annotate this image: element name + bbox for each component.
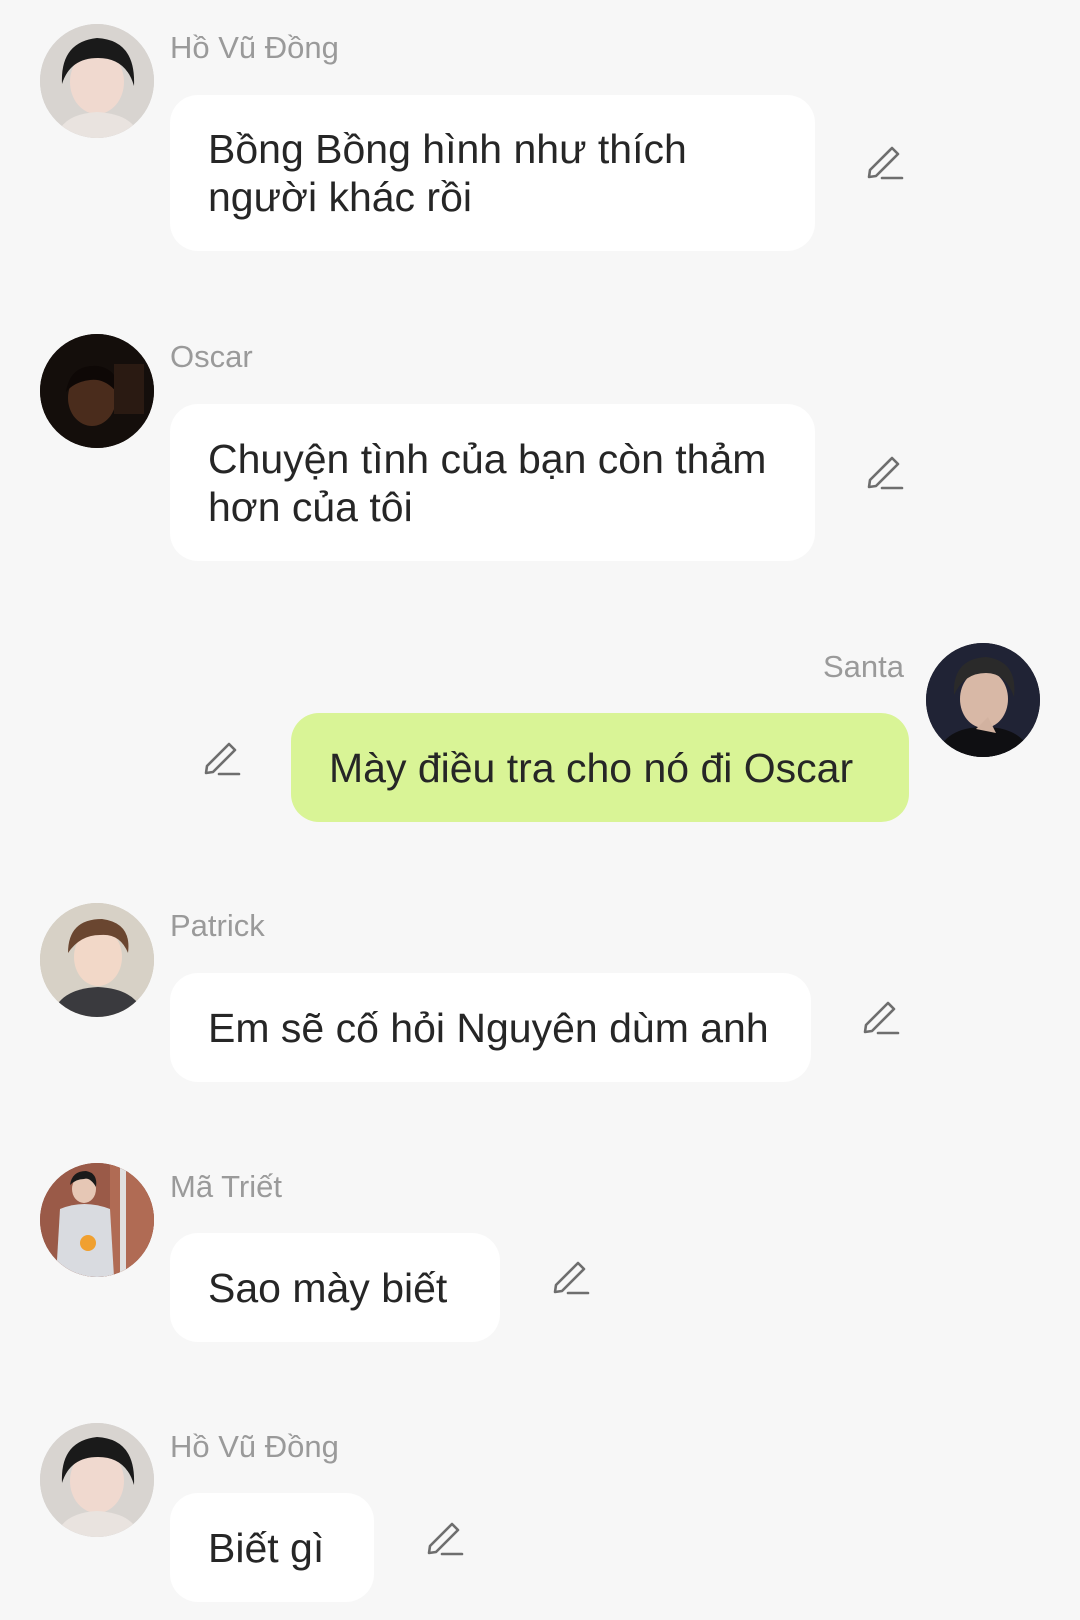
edit-button[interactable] [199, 734, 243, 778]
avatar[interactable] [40, 1163, 154, 1277]
avatar[interactable] [40, 24, 154, 138]
sender-name: Hồ Vũ Đồng [170, 30, 339, 65]
sender-name: Hồ Vũ Đồng [170, 1429, 339, 1464]
avatar[interactable] [40, 334, 154, 448]
user-avatar-icon [40, 1163, 154, 1277]
message-text: Sao mày biết [208, 1264, 448, 1311]
message-bubble[interactable]: Mày điều tra cho nó đi Oscar [291, 713, 909, 822]
pencil-icon [867, 146, 904, 180]
message-text: Bồng Bồng hình như thích người khác rồi [208, 126, 687, 220]
message-text: Biết gì [208, 1524, 325, 1571]
edit-button[interactable] [422, 1514, 466, 1558]
sender-name: Mã Triết [170, 1169, 282, 1204]
edit-button[interactable] [858, 993, 902, 1037]
message-bubble[interactable]: Biết gì [170, 1493, 374, 1602]
user-avatar-icon [926, 643, 1040, 757]
message-text: Chuyện tình của bạn còn thảm hơn của tôi [208, 435, 767, 530]
edit-button[interactable] [862, 138, 906, 182]
sender-name: Oscar [170, 339, 253, 374]
pencil-icon [863, 1001, 900, 1035]
chat-thread: Hồ Vũ Đồng Bồng Bồng hình như thích ngườ… [0, 0, 1080, 1620]
sender-name: Patrick [170, 908, 265, 943]
message-text: Mày điều tra cho nó đi Oscar [329, 744, 854, 791]
pencil-icon [867, 456, 904, 490]
user-avatar-icon [40, 903, 154, 1017]
avatar[interactable] [40, 903, 154, 1017]
user-avatar-icon [40, 1423, 154, 1537]
edit-button[interactable] [548, 1253, 592, 1297]
message-bubble[interactable]: Em sẽ cố hỏi Nguyên dùm anh [170, 973, 811, 1082]
user-avatar-icon [40, 334, 154, 448]
message-text: Em sẽ cố hỏi Nguyên dùm anh [208, 1004, 769, 1051]
user-avatar-icon [40, 24, 154, 138]
message-bubble[interactable]: Chuyện tình của bạn còn thảm hơn của tôi [170, 404, 815, 561]
avatar[interactable] [40, 1423, 154, 1537]
pencil-icon [427, 1522, 464, 1556]
edit-button[interactable] [862, 448, 906, 492]
message-bubble[interactable]: Sao mày biết [170, 1233, 500, 1342]
avatar[interactable] [926, 643, 1040, 757]
sender-name: Santa [823, 649, 905, 684]
pencil-icon [204, 742, 241, 776]
pencil-icon [553, 1261, 590, 1295]
message-bubble[interactable]: Bồng Bồng hình như thích người khác rồi [170, 95, 815, 251]
